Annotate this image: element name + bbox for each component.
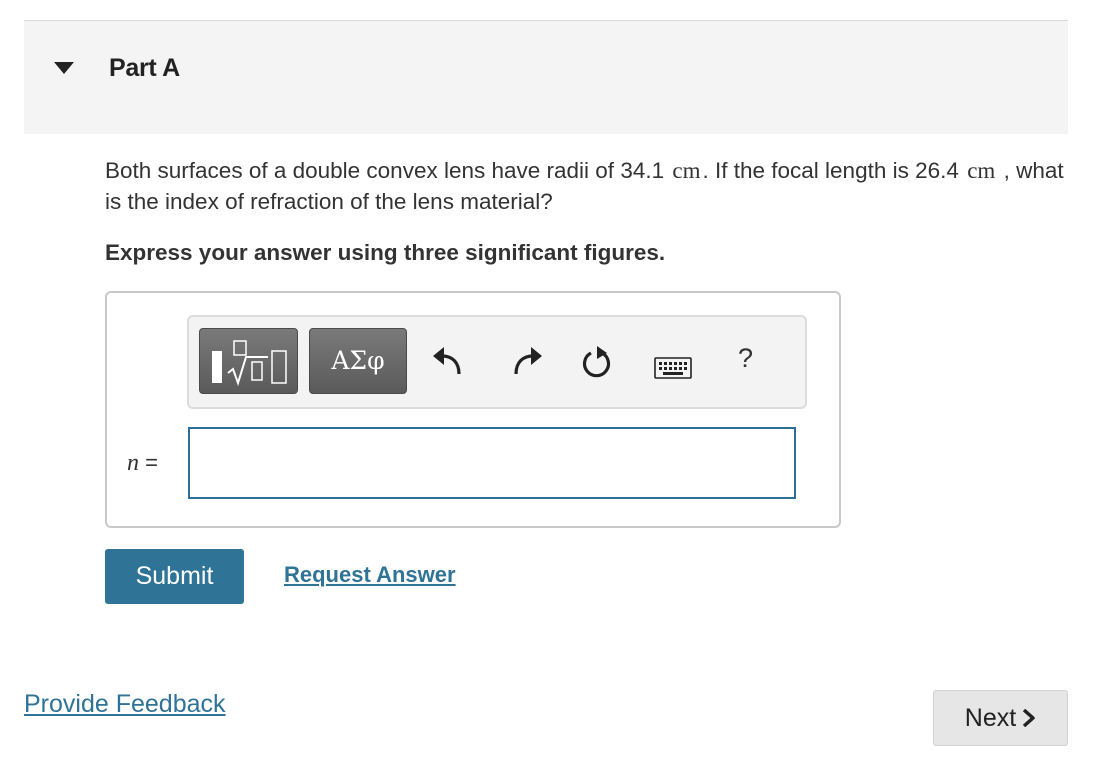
next-button-label: Next — [964, 703, 1017, 732]
chevron-right-icon — [1023, 708, 1035, 728]
reset-icon[interactable] — [581, 344, 613, 378]
part-title[interactable]: Part A — [109, 54, 180, 83]
unit-radius: cm — [672, 158, 701, 183]
keyboard-icon[interactable] — [654, 357, 692, 379]
next-button[interactable]: Next — [933, 690, 1068, 746]
part-header[interactable] — [24, 21, 1068, 134]
submit-button[interactable]: Submit — [105, 549, 244, 604]
collapse-caret-icon[interactable] — [54, 62, 74, 74]
fraction-sqrt-icon — [212, 340, 287, 387]
unit-focal: cm — [967, 158, 996, 183]
help-button[interactable]: ? — [738, 343, 753, 374]
undo-icon[interactable] — [432, 346, 464, 376]
answer-instruction: Express your answer using three signific… — [105, 240, 666, 265]
greek-symbols-button[interactable]: ΑΣφ — [309, 328, 407, 394]
focal-length-value: 26.4 — [915, 158, 959, 183]
templates-button[interactable] — [199, 328, 298, 394]
question-text: Both surfaces of a double convex lens ha… — [105, 155, 1065, 217]
answer-input[interactable] — [188, 427, 796, 499]
provide-feedback-link[interactable]: Provide Feedback — [24, 690, 226, 719]
question-text-part-1: Both surfaces of a double convex lens ha… — [105, 158, 665, 183]
redo-icon[interactable] — [511, 346, 543, 376]
equals-sign: = — [145, 450, 158, 475]
answer-variable-label: n = — [127, 450, 158, 477]
question-text-part-2: . If the focal length is — [702, 158, 909, 183]
variable-symbol: n — [127, 450, 139, 476]
request-answer-link[interactable]: Request Answer — [284, 562, 456, 588]
